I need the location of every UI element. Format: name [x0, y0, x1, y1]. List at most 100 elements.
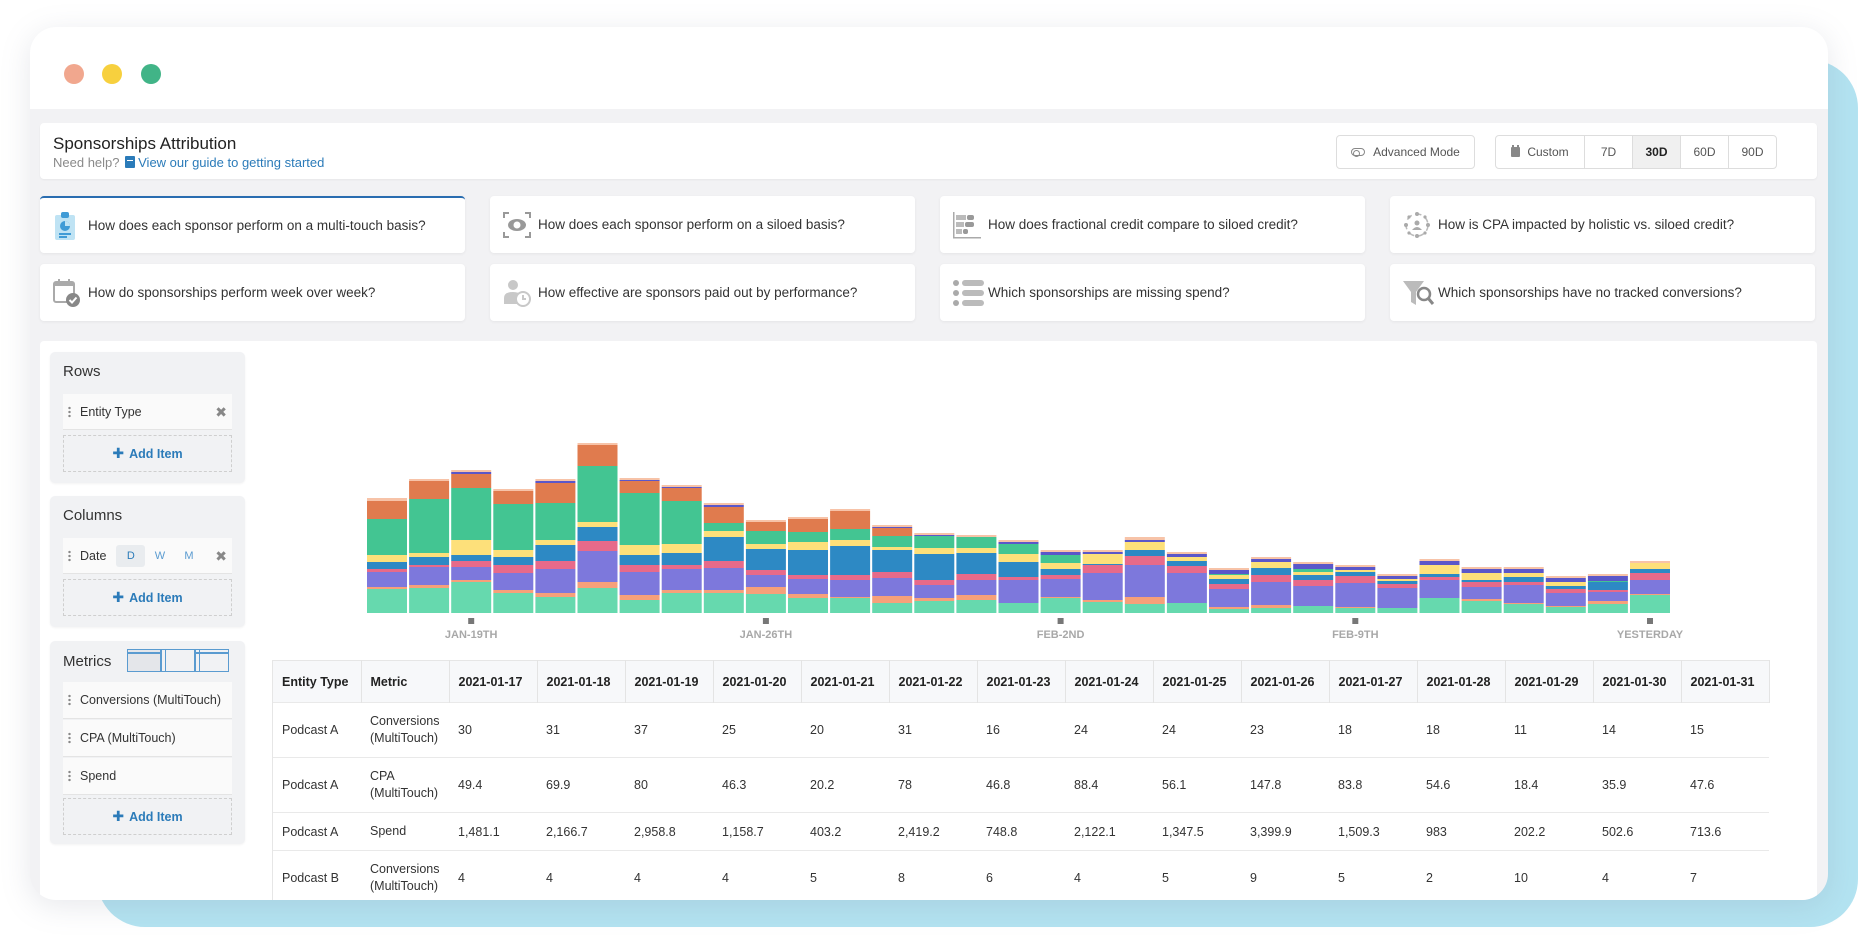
bar-segment-s10-d10[interactable]	[745, 520, 786, 522]
bar-segment-s4-d31[interactable]	[1630, 573, 1670, 580]
bar-segment-s9-d30[interactable]	[1587, 576, 1628, 581]
bar-segment-s6-d11[interactable]	[788, 542, 828, 550]
bar-segment-s6-d22[interactable]	[1251, 562, 1292, 568]
bar-segment-s5-d11[interactable]	[788, 550, 828, 575]
bar-segment-s10-d5[interactable]	[535, 479, 576, 481]
bar-segment-s6-d4[interactable]	[493, 550, 534, 557]
bar-segment-s3-d20[interactable]	[1166, 573, 1207, 603]
bar-segment-s4-d8[interactable]	[661, 565, 702, 569]
bar-segment-s1-d6[interactable]	[577, 588, 618, 613]
bar-segment-s3-d22[interactable]	[1251, 582, 1292, 605]
bar-segment-s7-d11[interactable]	[788, 532, 828, 542]
bar-segment-s1-d5[interactable]	[535, 597, 576, 613]
bar-segment-s4-d18[interactable]	[1082, 565, 1123, 573]
bar-segment-s5-d9[interactable]	[703, 537, 744, 561]
bar-segment-s1-d14[interactable]	[914, 601, 955, 613]
bar-segment-s2-d6[interactable]	[577, 582, 618, 588]
guide-link[interactable]: View our guide to getting started	[138, 155, 324, 170]
bar-segment-s1-d25[interactable]	[1377, 608, 1418, 613]
bar-segment-s6-d19[interactable]	[1124, 542, 1165, 550]
bar-segment-s4-d1[interactable]	[367, 569, 407, 572]
bar-segment-s6-d8[interactable]	[661, 544, 702, 553]
column-header[interactable]: 2021-01-30	[1593, 660, 1682, 703]
bar-segment-s7-d17[interactable]	[1040, 555, 1081, 563]
range-60d-button[interactable]: 60D	[1680, 136, 1728, 168]
bar-segment-s7-d21[interactable]	[1209, 574, 1249, 575]
bar-segment-s7-d2[interactable]	[409, 499, 450, 553]
bar-segment-s8-d10[interactable]	[745, 522, 786, 531]
bar-segment-s9-d8[interactable]	[661, 487, 702, 488]
bar-segment-s1-d9[interactable]	[703, 593, 744, 613]
metric-item-cpa[interactable]: CPA (MultiTouch)	[63, 720, 232, 757]
bar-segment-s4-d27[interactable]	[1461, 582, 1502, 587]
bar-segment-s1-d19[interactable]	[1124, 604, 1165, 613]
bar-segment-s10-d3[interactable]	[451, 470, 492, 472]
column-header[interactable]: 2021-01-31	[1681, 660, 1770, 703]
bar-segment-s1-d4[interactable]	[493, 593, 534, 613]
bar-segment-s10-d1[interactable]	[367, 498, 407, 501]
bar-segment-s7-d16[interactable]	[998, 544, 1039, 554]
bar-segment-s6-d7[interactable]	[619, 545, 660, 555]
range-90d-button[interactable]: 90D	[1728, 136, 1776, 168]
bar-segment-s4-d30[interactable]	[1587, 590, 1628, 592]
bar-segment-s9-d14[interactable]	[914, 535, 955, 536]
bar-segment-s4-d9[interactable]	[703, 561, 744, 568]
bar-segment-s2-d14[interactable]	[914, 598, 955, 601]
bar-segment-s3-d25[interactable]	[1377, 588, 1418, 608]
bar-segment-s7-d6[interactable]	[577, 466, 618, 522]
bar-segment-s7-d10[interactable]	[745, 531, 786, 544]
bar-segment-s2-d4[interactable]	[493, 590, 534, 593]
bar-segment-s8-d13[interactable]	[872, 528, 913, 536]
bar-segment-s7-d30[interactable]	[1587, 581, 1628, 582]
bar-segment-s2-d5[interactable]	[535, 593, 576, 597]
bar-segment-s2-d18[interactable]	[1082, 600, 1123, 602]
bar-segment-s2-d28[interactable]	[1503, 603, 1544, 604]
bar-segment-s5-d24[interactable]	[1335, 572, 1376, 576]
bar-segment-s4-d13[interactable]	[872, 572, 913, 578]
bar-segment-s4-d23[interactable]	[1293, 580, 1334, 586]
bar-segment-s6-d29[interactable]	[1545, 582, 1586, 586]
bar-segment-s3-d7[interactable]	[619, 572, 660, 595]
column-header[interactable]: 2021-01-29	[1505, 660, 1594, 703]
bar-segment-s5-d27[interactable]	[1461, 580, 1502, 582]
bar-segment-s4-d4[interactable]	[493, 565, 534, 573]
bar-segment-s1-d22[interactable]	[1251, 608, 1292, 613]
bar-segment-s10-d13[interactable]	[872, 525, 913, 527]
bar-segment-s1-d26[interactable]	[1419, 598, 1460, 613]
bar-segment-s8-d8[interactable]	[661, 488, 702, 501]
bar-segment-s9-d21[interactable]	[1209, 570, 1249, 574]
bar-segment-s10-d6[interactable]	[577, 443, 618, 445]
bar-segment-s9-d29[interactable]	[1545, 578, 1586, 582]
bar-segment-s3-d15[interactable]	[956, 580, 997, 595]
bar-segment-s1-d8[interactable]	[661, 593, 702, 613]
bar-segment-s4-d20[interactable]	[1166, 566, 1207, 573]
bar-segment-s9-d19[interactable]	[1124, 540, 1165, 542]
bar-segment-s1-d31[interactable]	[1630, 595, 1670, 613]
bar-segment-s3-d16[interactable]	[998, 580, 1039, 603]
bar-segment-s5-d7[interactable]	[619, 555, 660, 565]
bar-segment-s2-d3[interactable]	[451, 580, 492, 582]
bar-segment-s10-d16[interactable]	[998, 540, 1039, 542]
column-header[interactable]: 2021-01-26	[1241, 660, 1330, 703]
bar-segment-s7-d13[interactable]	[872, 536, 913, 547]
question-card-no-conversions[interactable]: Which sponsorships have no tracked conve…	[1390, 264, 1815, 321]
bar-segment-s10-d27[interactable]	[1461, 567, 1502, 569]
bar-segment-s9-d28[interactable]	[1503, 569, 1544, 573]
bar-segment-s5-d23[interactable]	[1293, 575, 1334, 580]
bar-segment-s10-d18[interactable]	[1082, 550, 1123, 552]
bar-segment-s7-d5[interactable]	[535, 503, 576, 540]
bar-segment-s9-d20[interactable]	[1166, 554, 1207, 557]
bar-segment-s9-d18[interactable]	[1082, 552, 1123, 554]
bar-segment-s1-d10[interactable]	[745, 594, 786, 613]
column-header[interactable]: 2021-01-25	[1153, 660, 1242, 703]
bar-segment-s2-d12[interactable]	[830, 597, 871, 598]
bar-segment-s6-d21[interactable]	[1209, 575, 1249, 579]
bar-segment-s9-d27[interactable]	[1461, 569, 1502, 573]
bar-segment-s9-d24[interactable]	[1335, 567, 1376, 570]
bar-segment-s5-d25[interactable]	[1377, 581, 1418, 584]
bar-segment-s2-d19[interactable]	[1124, 597, 1165, 604]
bar-segment-s3-d14[interactable]	[914, 585, 955, 598]
bar-segment-s2-d30[interactable]	[1587, 601, 1628, 604]
question-card-siloed[interactable]: How does each sponsor perform on a siloe…	[490, 196, 915, 253]
question-card-fractional[interactable]: How does fractional credit compare to si…	[940, 196, 1365, 253]
